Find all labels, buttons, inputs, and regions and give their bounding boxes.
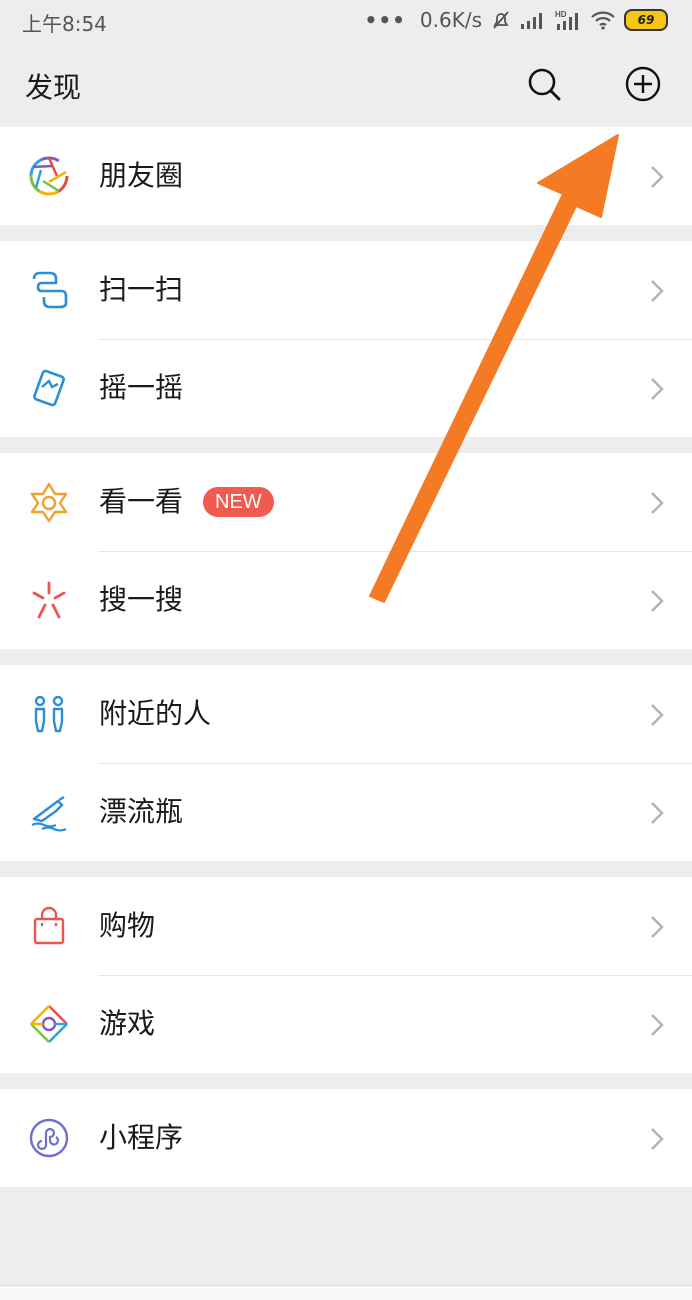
- group-shopping-games: 购物 游戏: [0, 877, 692, 1073]
- scan-label: 扫一扫: [99, 273, 184, 306]
- chevron-right-icon: [651, 166, 664, 188]
- people-nearby-row[interactable]: 附近的人: [0, 665, 692, 763]
- games-icon: [30, 1005, 68, 1043]
- search-icon[interactable]: [524, 64, 564, 104]
- add-icon[interactable]: [623, 64, 663, 104]
- group-stories-search: 看一看 NEW 搜一搜: [0, 453, 692, 649]
- hd-signal-icon: HD: [555, 10, 578, 30]
- chevron-right-icon: [651, 378, 664, 400]
- search-row[interactable]: 搜一搜: [0, 551, 692, 649]
- page-title: 发现: [25, 71, 82, 104]
- chevron-right-icon: [651, 1014, 664, 1036]
- group-nearby-bottle: 附近的人 漂流瓶: [0, 665, 692, 861]
- search-feature-icon: [32, 581, 66, 619]
- search-label: 搜一搜: [99, 583, 184, 616]
- moments-row[interactable]: 朋友圈: [0, 127, 692, 225]
- more-dots-icon: •••: [364, 8, 406, 32]
- moments-icon: [29, 156, 69, 196]
- scan-row[interactable]: 扫一扫: [0, 241, 692, 339]
- signal-icon: [521, 13, 542, 29]
- chevron-right-icon: [651, 280, 664, 302]
- status-bar: 上午8:54 ••• 0.6K/s HD 69: [0, 0, 692, 42]
- top-stories-icon: [30, 482, 68, 523]
- drift-bottle-row[interactable]: 漂流瓶: [0, 763, 692, 861]
- wifi-icon: [591, 11, 615, 30]
- games-label: 游戏: [99, 1007, 156, 1040]
- people-nearby-icon: [34, 695, 64, 733]
- shake-row[interactable]: 摇一摇: [0, 339, 692, 437]
- mini-programs-icon: [29, 1118, 69, 1158]
- drift-bottle-icon: [31, 795, 67, 832]
- people-nearby-label: 附近的人: [99, 697, 212, 730]
- scan-icon: [32, 271, 68, 309]
- group-scan-shake: 扫一扫 摇一摇: [0, 241, 692, 437]
- tab-bar-edge: [0, 1285, 692, 1300]
- new-badge: NEW: [203, 487, 274, 517]
- mute-bell-icon: [493, 11, 509, 29]
- chevron-right-icon: [651, 916, 664, 938]
- shopping-bag-icon: [33, 906, 65, 945]
- mini-programs-row[interactable]: 小程序: [0, 1089, 692, 1187]
- chevron-right-icon: [651, 1128, 664, 1150]
- status-indicators: ••• 0.6K/s HD 69: [365, 8, 668, 32]
- chevron-right-icon: [651, 704, 664, 726]
- group-mini-programs: 小程序: [0, 1089, 692, 1187]
- status-time: 上午8:54: [22, 12, 107, 36]
- chevron-right-icon: [651, 590, 664, 612]
- moments-label: 朋友圈: [99, 159, 184, 192]
- games-row[interactable]: 游戏: [0, 975, 692, 1073]
- top-stories-label: 看一看: [99, 485, 184, 518]
- shake-label: 摇一摇: [99, 371, 184, 404]
- shopping-row[interactable]: 购物: [0, 877, 692, 975]
- mini-programs-label: 小程序: [99, 1121, 184, 1154]
- battery-indicator: 69: [624, 9, 668, 31]
- navigation-bar: 发现: [0, 42, 692, 126]
- network-speed: 0.6K/s: [419, 8, 482, 32]
- chevron-right-icon: [651, 802, 664, 824]
- shopping-label: 购物: [99, 909, 156, 942]
- svg-text:HD: HD: [555, 10, 567, 19]
- group-moments: 朋友圈: [0, 127, 692, 225]
- drift-bottle-label: 漂流瓶: [99, 795, 184, 828]
- top-stories-row[interactable]: 看一看 NEW: [0, 453, 692, 551]
- chevron-right-icon: [651, 492, 664, 514]
- shake-icon: [33, 369, 65, 407]
